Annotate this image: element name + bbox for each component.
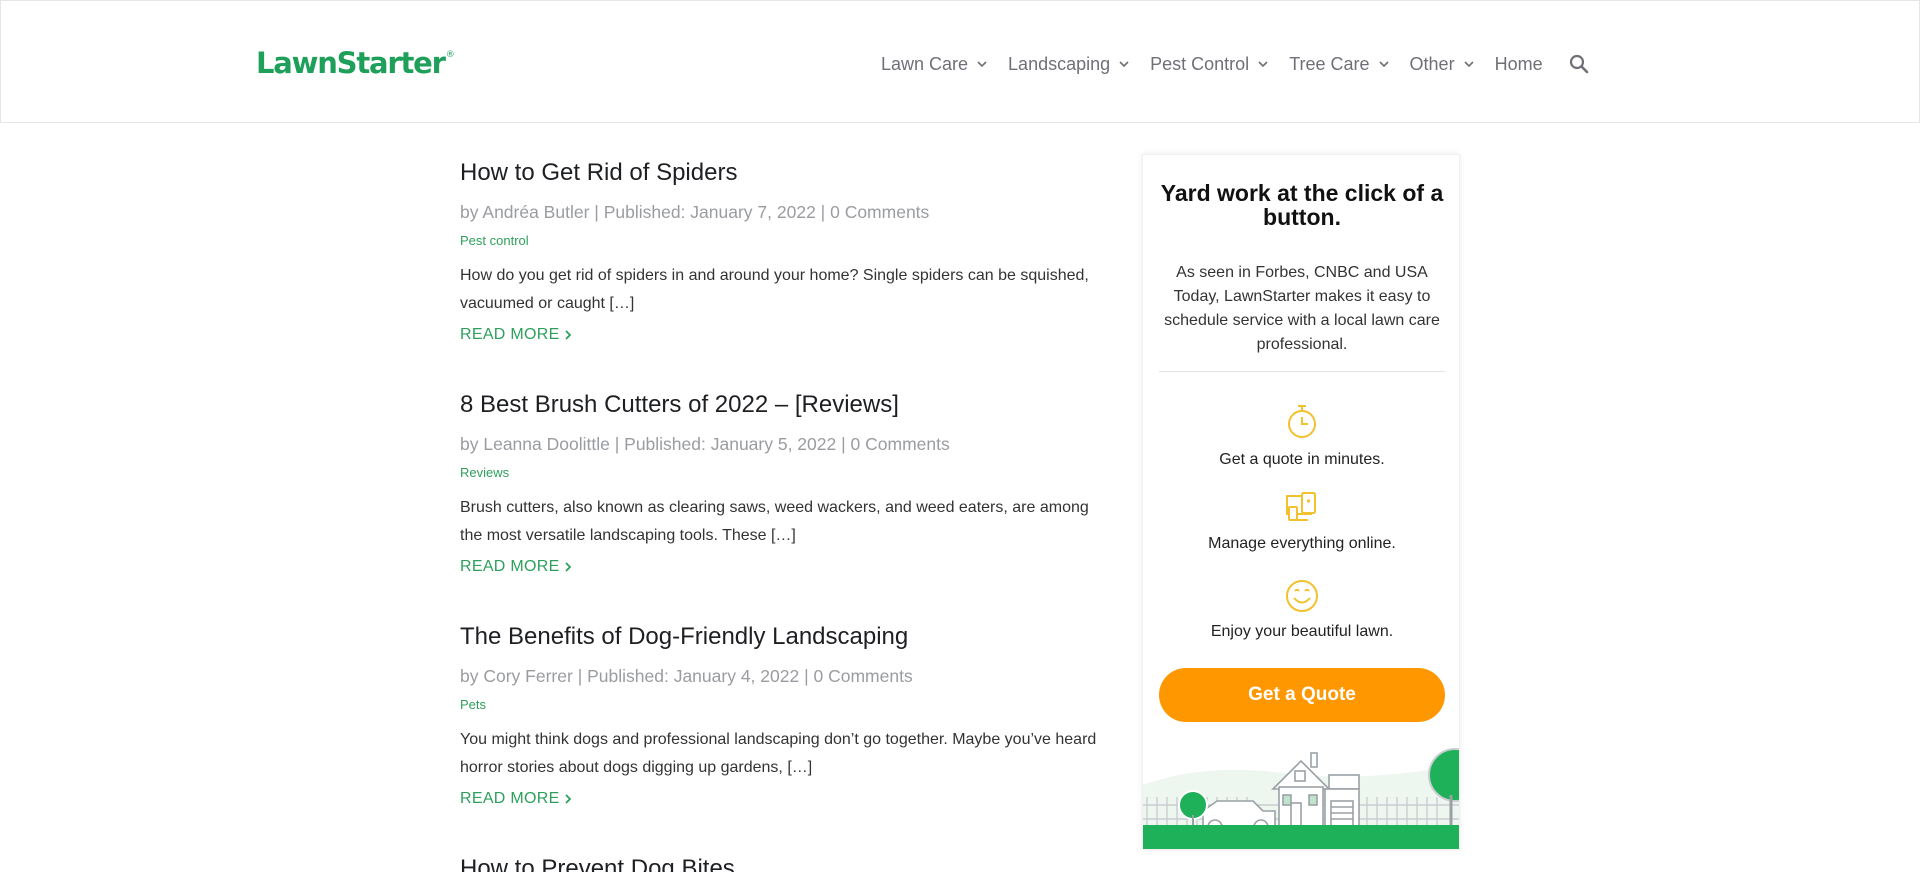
- devices-icon: [1286, 492, 1316, 521]
- feature-label: Enjoy your beautiful lawn.: [1210, 623, 1394, 640]
- post-comments[interactable]: 0 Comments: [851, 434, 950, 454]
- read-more-link[interactable]: READ MORE: [460, 326, 1100, 344]
- post-category[interactable]: Pest control: [460, 232, 1100, 250]
- divider: [1159, 371, 1445, 372]
- post-author[interactable]: Leanna Doolittle: [483, 434, 609, 454]
- post-title[interactable]: 8 Best Brush Cutters of 2022 – [Reviews]: [460, 388, 1100, 422]
- quote-sidebar: Yard work at the click of a button. As s…: [1142, 154, 1460, 850]
- nav-item-home[interactable]: Home: [1495, 54, 1543, 75]
- chevron-right-icon[interactable]: [564, 329, 572, 341]
- lawnstarter-logo[interactable]: LawnStarter ®: [256, 46, 455, 80]
- smiley-icon: [1286, 580, 1318, 612]
- feature-label: Manage everything online.: [1208, 535, 1396, 552]
- house-lawn-illustration: [1143, 748, 1459, 849]
- nav-item-other[interactable]: Other: [1410, 54, 1475, 75]
- nav-item-tree-care[interactable]: Tree Care: [1289, 54, 1389, 75]
- feature-label: Get a quote in minutes.: [1219, 451, 1385, 468]
- post-comments[interactable]: 0 Comments: [814, 666, 913, 686]
- nav-label[interactable]: Tree Care: [1289, 54, 1369, 75]
- post-list: How to Get Rid of Spiders by Andréa Butl…: [460, 156, 1100, 852]
- nav-item-pest-control[interactable]: Pest Control: [1150, 54, 1269, 75]
- nav-label[interactable]: Landscaping: [1008, 54, 1110, 75]
- read-more-link[interactable]: READ MORE: [460, 558, 1100, 576]
- post-item: How to Get Rid of Spiders by Andréa Butl…: [460, 156, 1100, 388]
- post-item: 8 Best Brush Cutters of 2022 – [Reviews]…: [460, 388, 1100, 620]
- read-more-link[interactable]: READ MORE: [460, 790, 1100, 808]
- logo-text[interactable]: LawnStarter: [256, 46, 446, 80]
- nav-item-landscaping[interactable]: Landscaping: [1008, 54, 1130, 75]
- feature-item: Manage everything online.: [1159, 491, 1445, 555]
- site-header: LawnStarter ® Lawn Care Landscaping Pest…: [0, 0, 1920, 123]
- post-excerpt: Brush cutters, also known as clearing sa…: [460, 499, 1089, 544]
- main-nav: Lawn Care Landscaping Pest Control Tree …: [881, 51, 1589, 77]
- read-more-label[interactable]: READ MORE: [460, 326, 560, 344]
- nav-label[interactable]: Other: [1410, 54, 1455, 75]
- post-date: Published: January 4, 2022: [587, 666, 800, 686]
- read-more-label[interactable]: READ MORE: [460, 558, 560, 576]
- chevron-down-icon[interactable]: [1118, 58, 1130, 70]
- post-date: Published: January 7, 2022: [603, 202, 816, 222]
- post-title[interactable]: The Benefits of Dog-Friendly Landscaping: [460, 620, 1100, 654]
- post-excerpt: You might think dogs and professional la…: [460, 731, 1097, 776]
- byline-prefix: by: [460, 434, 479, 454]
- chevron-down-icon[interactable]: [976, 58, 988, 70]
- nav-label[interactable]: Lawn Care: [881, 54, 968, 75]
- post-item: The Benefits of Dog-Friendly Landscaping…: [460, 620, 1100, 852]
- post-date: Published: January 5, 2022: [624, 434, 837, 454]
- feature-item: Enjoy your beautiful lawn.: [1159, 579, 1445, 643]
- sidebar-description: As seen in Forbes, CNBC and USA Today, L…: [1164, 264, 1440, 353]
- post-category[interactable]: Reviews: [460, 464, 1100, 482]
- meta-separator: |: [841, 434, 846, 454]
- post-meta: by Cory Ferrer | Published: January 4, 2…: [460, 664, 1100, 688]
- post-title[interactable]: How to Get Rid of Spiders: [460, 156, 1100, 190]
- post-author[interactable]: Cory Ferrer: [483, 666, 572, 686]
- byline-prefix: by: [460, 666, 479, 686]
- post-category[interactable]: Pets: [460, 696, 1100, 714]
- post-meta: by Andréa Butler | Published: January 7,…: [460, 200, 1100, 224]
- post-title[interactable]: How to Prevent Dog Bites: [460, 852, 735, 872]
- meta-separator: |: [594, 202, 599, 222]
- get-a-quote-button[interactable]: Get a Quote: [1159, 668, 1445, 722]
- post-comments[interactable]: 0 Comments: [830, 202, 929, 222]
- registered-mark: ®: [445, 50, 455, 60]
- post-excerpt: How do you get rid of spiders in and aro…: [460, 267, 1089, 312]
- chevron-down-icon[interactable]: [1463, 58, 1475, 70]
- search-icon[interactable]: [1569, 54, 1589, 74]
- byline-prefix: by: [460, 202, 479, 222]
- stopwatch-icon: [1288, 405, 1316, 438]
- meta-separator: |: [820, 202, 826, 222]
- nav-item-lawn-care[interactable]: Lawn Care: [881, 54, 988, 75]
- post-meta: by Leanna Doolittle | Published: January…: [460, 432, 1100, 456]
- feature-item: Get a quote in minutes.: [1159, 403, 1445, 471]
- chevron-down-icon[interactable]: [1257, 58, 1269, 70]
- meta-separator: |: [804, 666, 809, 686]
- nav-label[interactable]: Pest Control: [1150, 54, 1249, 75]
- post-author[interactable]: Andréa Butler: [482, 202, 589, 222]
- chevron-right-icon[interactable]: [564, 561, 572, 573]
- meta-separator: |: [614, 434, 620, 454]
- chevron-down-icon[interactable]: [1378, 58, 1390, 70]
- chevron-right-icon[interactable]: [564, 793, 572, 805]
- meta-separator: |: [577, 666, 583, 686]
- sidebar-title: Yard work at the click of a button.: [1160, 180, 1444, 230]
- nav-label[interactable]: Home: [1495, 54, 1543, 75]
- read-more-label[interactable]: READ MORE: [460, 790, 560, 808]
